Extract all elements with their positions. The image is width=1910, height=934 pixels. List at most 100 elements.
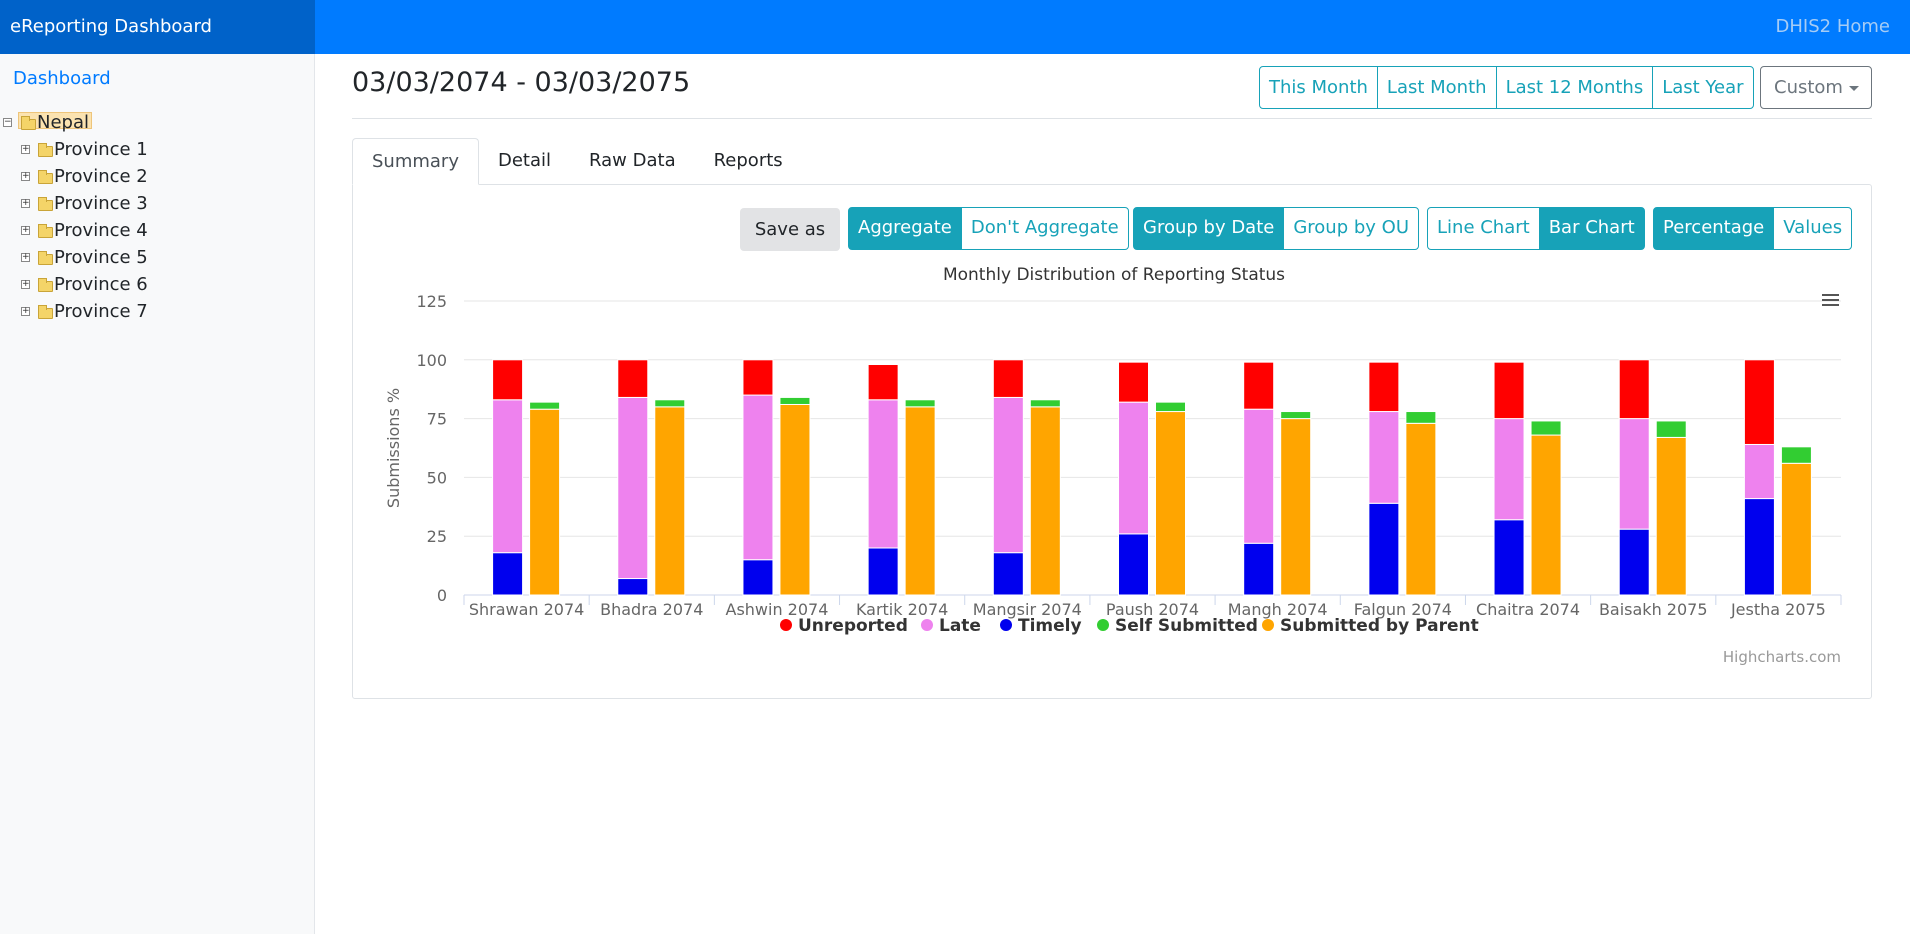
bar-submitted-by-parent — [1280, 418, 1312, 596]
bar-unreported — [992, 359, 1024, 398]
legend-marker — [921, 619, 933, 631]
last-12-months-button[interactable]: Last 12 Months — [1495, 66, 1654, 109]
mode-toggle-group: Percentage Values — [1653, 207, 1853, 250]
tree-item-province-4[interactable]: + Province 4 — [0, 218, 315, 245]
values-button[interactable]: Values — [1773, 207, 1853, 250]
save-as-button[interactable]: Save as — [740, 208, 840, 251]
highcharts-credits: Highcharts.com — [1723, 648, 1841, 666]
tree-item-label[interactable]: Province 4 — [54, 220, 148, 241]
tree-item-label[interactable]: Province 5 — [54, 247, 148, 268]
bar-late — [1743, 443, 1775, 500]
expand-icon[interactable]: + — [21, 226, 30, 235]
x-tick-label: Chaitra 2074 — [1476, 600, 1580, 619]
bar-submitted-by-parent — [1155, 411, 1186, 596]
page-title-date-range: 03/03/2074 - 03/03/2075 — [352, 67, 691, 98]
custom-period-dropdown[interactable]: Custom — [1760, 66, 1872, 109]
bar-timely — [492, 552, 524, 596]
last-year-button[interactable]: Last Year — [1652, 66, 1754, 109]
bar-timely — [867, 547, 899, 596]
this-month-button[interactable]: This Month — [1259, 66, 1378, 109]
aggregate-toggle-group: Aggregate Don't Aggregate — [848, 207, 1129, 250]
percentage-button[interactable]: Percentage — [1653, 207, 1775, 250]
tab-bar: Summary Detail Raw Data Reports — [352, 138, 802, 185]
custom-label: Custom — [1774, 77, 1843, 98]
legend-item: Unreported — [798, 616, 908, 636]
bar-unreported — [742, 359, 774, 396]
tree-item-label[interactable]: Nepal — [37, 112, 89, 133]
bar-timely — [992, 552, 1024, 596]
sidebar: Dashboard − Nepal + Province 1 + Provinc… — [0, 54, 315, 934]
summary-panel: Save as Aggregate Don't Aggregate Group … — [352, 184, 1872, 699]
folder-icon — [38, 197, 53, 211]
tab-reports[interactable]: Reports — [695, 138, 802, 185]
bar-self-submitted — [779, 396, 811, 405]
bar-timely — [1618, 528, 1650, 596]
x-tick-label: Jestha 2075 — [1730, 600, 1826, 619]
bar-self-submitted — [1530, 420, 1562, 436]
tree-item-province-6[interactable]: + Province 6 — [0, 272, 315, 299]
y-tick-label: 50 — [427, 468, 447, 487]
x-tick-label: Shrawan 2074 — [469, 600, 585, 619]
tree-item-label[interactable]: Province 1 — [54, 139, 148, 160]
expand-icon[interactable]: + — [21, 145, 30, 154]
tree-item-label[interactable]: Province 6 — [54, 274, 148, 295]
bar-late — [992, 396, 1024, 554]
bar-unreported — [492, 359, 524, 401]
grouping-toggle-group: Group by Date Group by OU — [1133, 207, 1420, 250]
tree-item-label[interactable]: Province 3 — [54, 193, 148, 214]
tree-item-label[interactable]: Province 7 — [54, 301, 148, 322]
collapse-icon[interactable]: − — [3, 118, 12, 127]
bar-submitted-by-parent — [1405, 422, 1437, 596]
legend-marker — [1000, 619, 1012, 631]
bar-timely — [1493, 519, 1525, 596]
tree-item-province-5[interactable]: + Province 5 — [0, 245, 315, 272]
legend-item: Submitted by Parent — [1280, 616, 1479, 636]
dont-aggregate-button[interactable]: Don't Aggregate — [960, 207, 1129, 250]
last-month-button[interactable]: Last Month — [1376, 66, 1497, 109]
tab-summary[interactable]: Summary — [352, 138, 479, 185]
bar-late — [1618, 418, 1650, 530]
tree-item-label[interactable]: Province 2 — [54, 166, 148, 187]
x-tick-label: Baisakh 2075 — [1599, 600, 1708, 619]
chart-type-toggle-group: Line Chart Bar Chart — [1427, 207, 1645, 250]
chart-menu-hamburger-icon[interactable] — [1822, 294, 1839, 309]
tab-detail[interactable]: Detail — [479, 138, 570, 185]
legend-item: Timely — [1018, 616, 1082, 636]
bar-self-submitted — [1029, 399, 1061, 408]
legend-marker — [780, 619, 792, 631]
group-by-ou-button[interactable]: Group by OU — [1283, 207, 1420, 250]
legend-marker — [1262, 619, 1274, 631]
group-by-date-button[interactable]: Group by Date — [1133, 207, 1285, 250]
dashboard-link[interactable]: Dashboard — [13, 68, 111, 89]
expand-icon[interactable]: + — [21, 172, 30, 181]
tree-item-province-2[interactable]: + Province 2 — [0, 164, 315, 191]
period-button-group: This Month Last Month Last 12 Months Las… — [1259, 66, 1754, 109]
brand-title[interactable]: eReporting Dashboard — [0, 0, 315, 54]
expand-icon[interactable]: + — [21, 199, 30, 208]
bar-late — [1493, 418, 1525, 521]
folder-icon — [21, 116, 36, 130]
y-tick-label: 125 — [416, 292, 447, 311]
legend-item: Self Submitted — [1115, 616, 1258, 636]
bar-late — [617, 396, 649, 580]
tree-item-province-7[interactable]: + Province 7 — [0, 299, 315, 326]
expand-icon[interactable]: + — [21, 280, 30, 289]
expand-icon[interactable]: + — [21, 253, 30, 262]
tree-item-province-3[interactable]: + Province 3 — [0, 191, 315, 218]
expand-icon[interactable]: + — [21, 307, 30, 316]
tree-item-nepal[interactable]: − Nepal — [0, 110, 315, 137]
bar-submitted-by-parent — [1780, 462, 1812, 596]
aggregate-button[interactable]: Aggregate — [848, 207, 962, 250]
tree-item-province-1[interactable]: + Province 1 — [0, 137, 315, 164]
bar-timely — [1118, 533, 1149, 596]
bar-self-submitted — [654, 399, 686, 408]
chart-title: Monthly Distribution of Reporting Status — [943, 265, 1285, 285]
dhis2-home-link[interactable]: DHIS2 Home — [1776, 0, 1890, 54]
folder-icon — [38, 251, 53, 265]
bar-timely — [742, 559, 774, 596]
divider — [352, 118, 1872, 119]
bar-unreported — [1618, 359, 1650, 420]
bar-chart-button[interactable]: Bar Chart — [1538, 207, 1645, 250]
tab-raw-data[interactable]: Raw Data — [570, 138, 695, 185]
line-chart-button[interactable]: Line Chart — [1427, 207, 1540, 250]
